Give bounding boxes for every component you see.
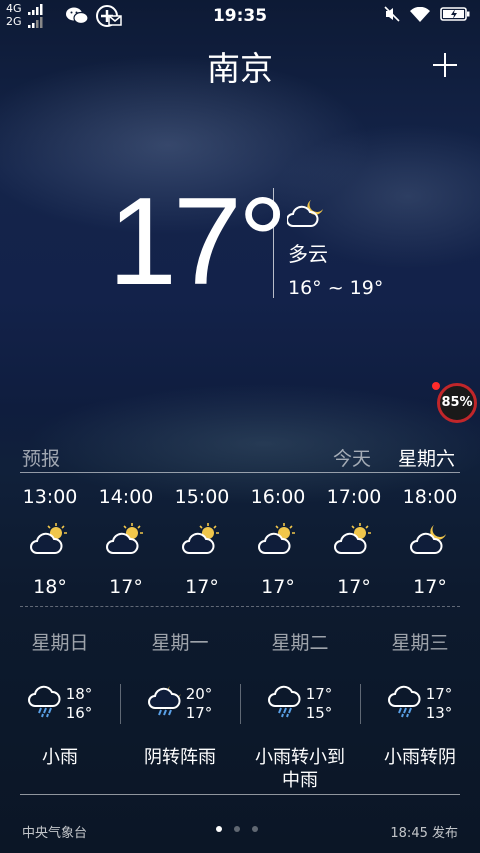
day-low: 13°: [425, 704, 453, 722]
column-separator: [360, 684, 361, 724]
divider: [20, 472, 460, 473]
daily-item[interactable]: 星期一 20° 17° 阴转阵雨: [120, 628, 240, 792]
day-name: 星期三: [391, 632, 449, 654]
daily-item[interactable]: 星期三 17° 13° 小雨转阴: [360, 628, 480, 792]
page-dot[interactable]: [216, 826, 222, 832]
add-city-button[interactable]: [432, 44, 458, 85]
daily-item[interactable]: 星期二 17° 15° 小雨转小到 中雨: [240, 628, 360, 792]
divider: [273, 188, 274, 298]
hourly-item: 18:00 17°: [392, 486, 468, 598]
system-icons: [384, 6, 470, 22]
hourly-time: 16:00: [250, 486, 306, 508]
day-description: 阴转阵雨: [144, 747, 216, 768]
rain-icon: [267, 684, 304, 724]
rain-icon: [27, 684, 64, 724]
wifi-icon: [410, 6, 430, 22]
current-temperature: 17°: [108, 173, 288, 311]
rain-moon-icon: [147, 684, 184, 724]
day-low: 15°: [305, 704, 333, 722]
hourly-temp: 17°: [337, 576, 371, 598]
partly-cloudy-sun-icon: [30, 522, 70, 562]
daily-item[interactable]: 星期日 18° 16° 小雨: [0, 628, 120, 792]
day-low: 16°: [65, 704, 93, 722]
hourly-temp: 17°: [413, 576, 447, 598]
day-temps: 18° 16°: [66, 685, 93, 723]
day-summary: 17° 15°: [267, 682, 333, 726]
hourly-temp: 18°: [33, 576, 67, 598]
day-high: 17°: [305, 685, 333, 703]
day-summary: 20° 17°: [147, 682, 213, 726]
day-name: 星期日: [31, 632, 89, 654]
hourly-item: 16:00 17°: [240, 486, 316, 598]
day-high: 17°: [425, 685, 453, 703]
day-high: 18°: [65, 685, 93, 703]
plus-icon: [433, 53, 457, 77]
day-temps: 17° 13°: [426, 685, 453, 723]
city-name[interactable]: 南京: [0, 42, 480, 90]
column-separator: [120, 684, 121, 724]
forecast-title: 预报: [22, 448, 61, 470]
data-source: 中央气象台: [22, 826, 88, 841]
hourly-item: 14:00 17°: [88, 486, 164, 598]
mute-icon: [384, 6, 400, 22]
divider: [20, 794, 460, 795]
day-description: 小雨: [42, 747, 78, 768]
hourly-temp: 17°: [109, 576, 143, 598]
temperature-range: 16° ~ 19°: [288, 277, 384, 299]
hourly-time: 17:00: [326, 486, 382, 508]
day-summary: 17° 13°: [387, 682, 453, 726]
hourly-forecast[interactable]: 13:00 18° 14:00 17° 15:00 17° 16:00 17° 17:00 17°…: [12, 486, 468, 598]
status-bar: 4G 2G 19:35: [0, 0, 480, 30]
page-indicator[interactable]: [216, 826, 258, 832]
partly-cloudy-moon-icon: [410, 522, 450, 562]
memory-cleaner-badge[interactable]: 85%: [437, 383, 477, 423]
day-high: 20°: [185, 685, 213, 703]
page-dot[interactable]: [234, 826, 240, 832]
day-low: 17°: [185, 704, 213, 722]
partly-cloudy-sun-icon: [106, 522, 146, 562]
day-description: 小雨转小到 中雨: [255, 747, 345, 791]
hourly-item: 13:00 18°: [12, 486, 88, 598]
notification-dot: [432, 382, 440, 390]
hourly-item: 15:00 17°: [164, 486, 240, 598]
partly-cloudy-sun-icon: [182, 522, 222, 562]
hourly-temp: 17°: [261, 576, 295, 598]
day-summary: 18° 16°: [27, 682, 93, 726]
day-temps: 17° 15°: [306, 685, 333, 723]
rain-icon: [387, 684, 424, 724]
weekday-label: 星期六: [398, 448, 456, 470]
hourly-time: 18:00: [402, 486, 458, 508]
dashed-divider: [20, 606, 460, 607]
battery-icon: [440, 7, 470, 21]
current-condition: 多云: [288, 242, 328, 266]
hourly-time: 13:00: [22, 486, 78, 508]
hourly-temp: 17°: [185, 576, 219, 598]
publish-time: 18:45 发布: [390, 826, 458, 841]
column-separator: [240, 684, 241, 724]
partly-cloudy-sun-icon: [258, 522, 298, 562]
partly-cloudy-sun-icon: [334, 522, 374, 562]
hourly-time: 15:00: [174, 486, 230, 508]
day-temps: 20° 17°: [186, 685, 213, 723]
today-label: 今天: [333, 448, 372, 470]
day-description: 小雨转阴: [384, 747, 456, 768]
hourly-item: 17:00 17°: [316, 486, 392, 598]
partly-cloudy-night-icon: [286, 196, 327, 234]
day-name: 星期一: [151, 632, 209, 654]
hourly-time: 14:00: [98, 486, 154, 508]
day-name: 星期二: [271, 632, 329, 654]
page-dot[interactable]: [252, 826, 258, 832]
